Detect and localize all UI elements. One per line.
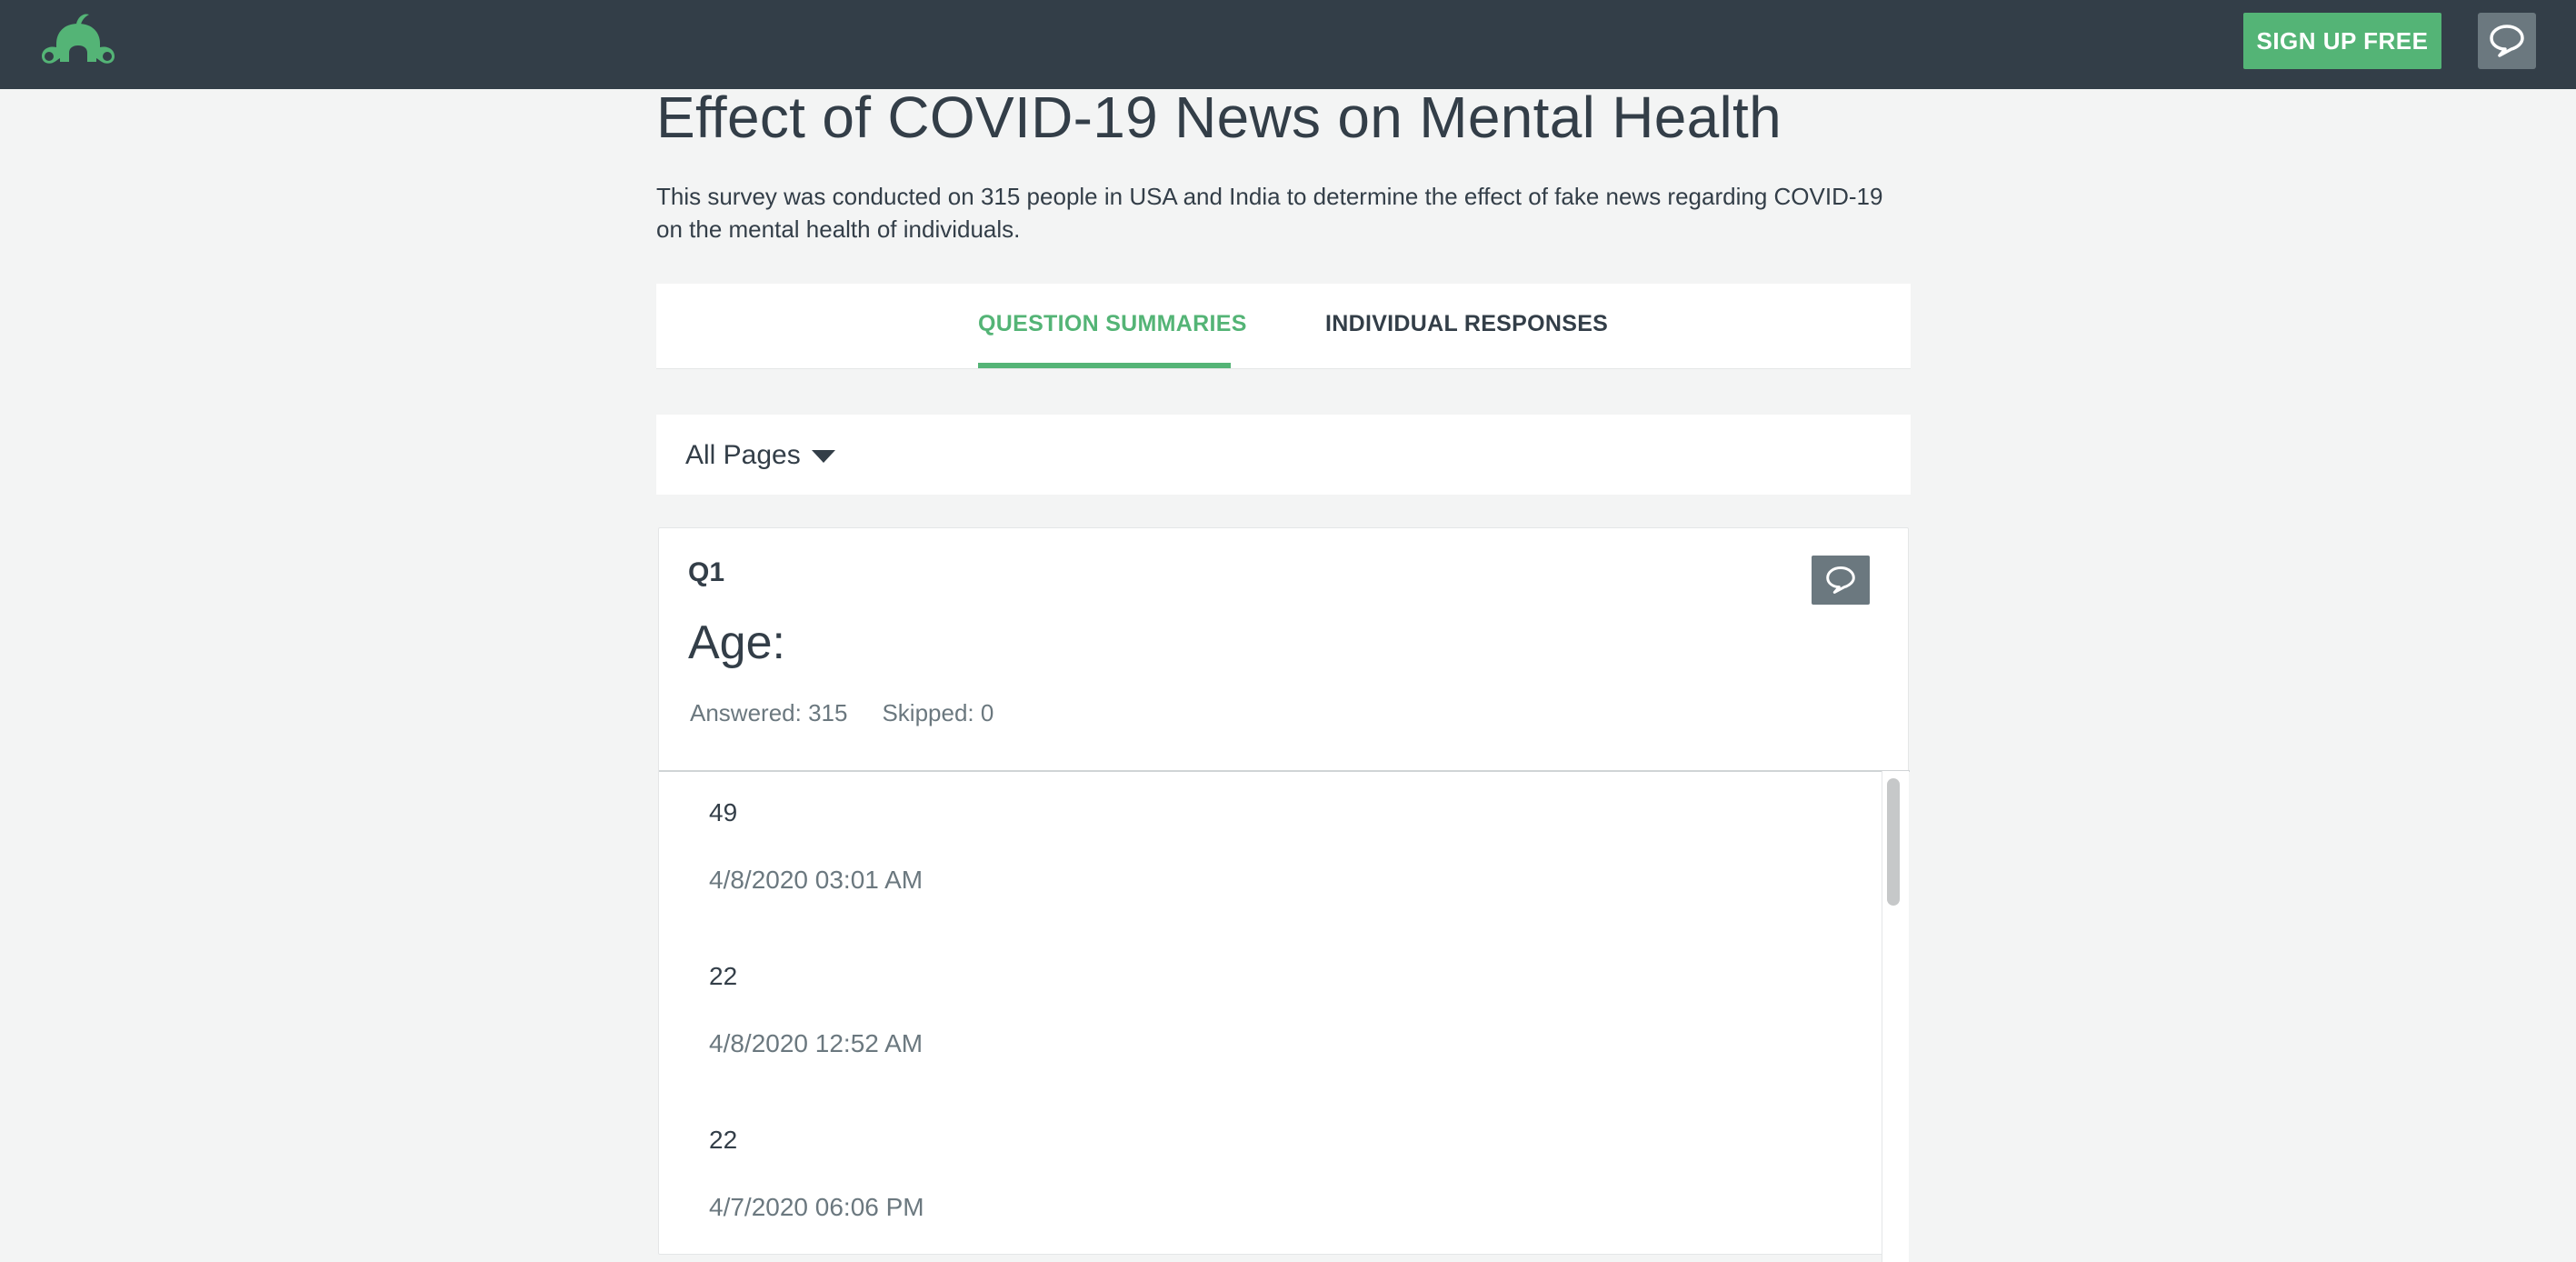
surveymonkey-logo-icon[interactable] <box>36 11 120 67</box>
question-number: Q1 <box>688 557 725 587</box>
question-stats: Answered: 315 Skipped: 0 <box>690 699 993 727</box>
list-item: 49 4/8/2020 03:01 AM <box>658 771 1882 935</box>
speech-bubble-icon <box>1826 566 1855 594</box>
caret-down-icon <box>811 450 835 463</box>
response-value: 22 <box>709 1126 738 1154</box>
speech-bubble-icon <box>2490 25 2524 57</box>
skipped-count: Skipped: 0 <box>882 699 994 726</box>
feedback-chat-button[interactable] <box>2478 13 2536 69</box>
response-date: 4/7/2020 06:06 PM <box>709 1193 924 1221</box>
pages-dropdown[interactable]: All Pages <box>685 440 835 471</box>
response-value: 49 <box>709 798 738 826</box>
list-item: 22 4/7/2020 06:06 PM <box>658 1098 1882 1262</box>
response-date: 4/8/2020 12:52 AM <box>709 1029 924 1057</box>
list-item: 22 4/8/2020 12:52 AM <box>658 935 1882 1098</box>
response-list[interactable]: 49 4/8/2020 03:01 AM 22 4/8/2020 12:52 A… <box>658 771 1882 1262</box>
scrollbar-thumb[interactable] <box>1887 778 1900 906</box>
pages-dropdown-label: All Pages <box>685 440 801 470</box>
sign-up-free-button[interactable]: SIGN UP FREE <box>2243 13 2441 69</box>
tab-individual-responses[interactable]: INDIVIDUAL RESPONSES <box>1325 311 1608 337</box>
tab-question-summaries[interactable]: QUESTION SUMMARIES <box>978 311 1247 337</box>
top-navigation-bar: SIGN UP FREE <box>0 0 2576 89</box>
response-value: 22 <box>709 962 738 990</box>
survey-description: This survey was conducted on 315 people … <box>656 183 1883 243</box>
pages-filter-bar: All Pages <box>656 415 1911 495</box>
active-tab-indicator <box>978 363 1231 368</box>
question-text: Age: <box>688 616 785 669</box>
question-comment-button[interactable] <box>1812 556 1870 605</box>
results-tabs: QUESTION SUMMARIES INDIVIDUAL RESPONSES <box>656 284 1911 369</box>
response-date: 4/8/2020 03:01 AM <box>709 866 924 894</box>
answered-count: Answered: 315 <box>690 699 848 726</box>
survey-title: Effect of COVID-19 News on Mental Health <box>656 85 1782 150</box>
